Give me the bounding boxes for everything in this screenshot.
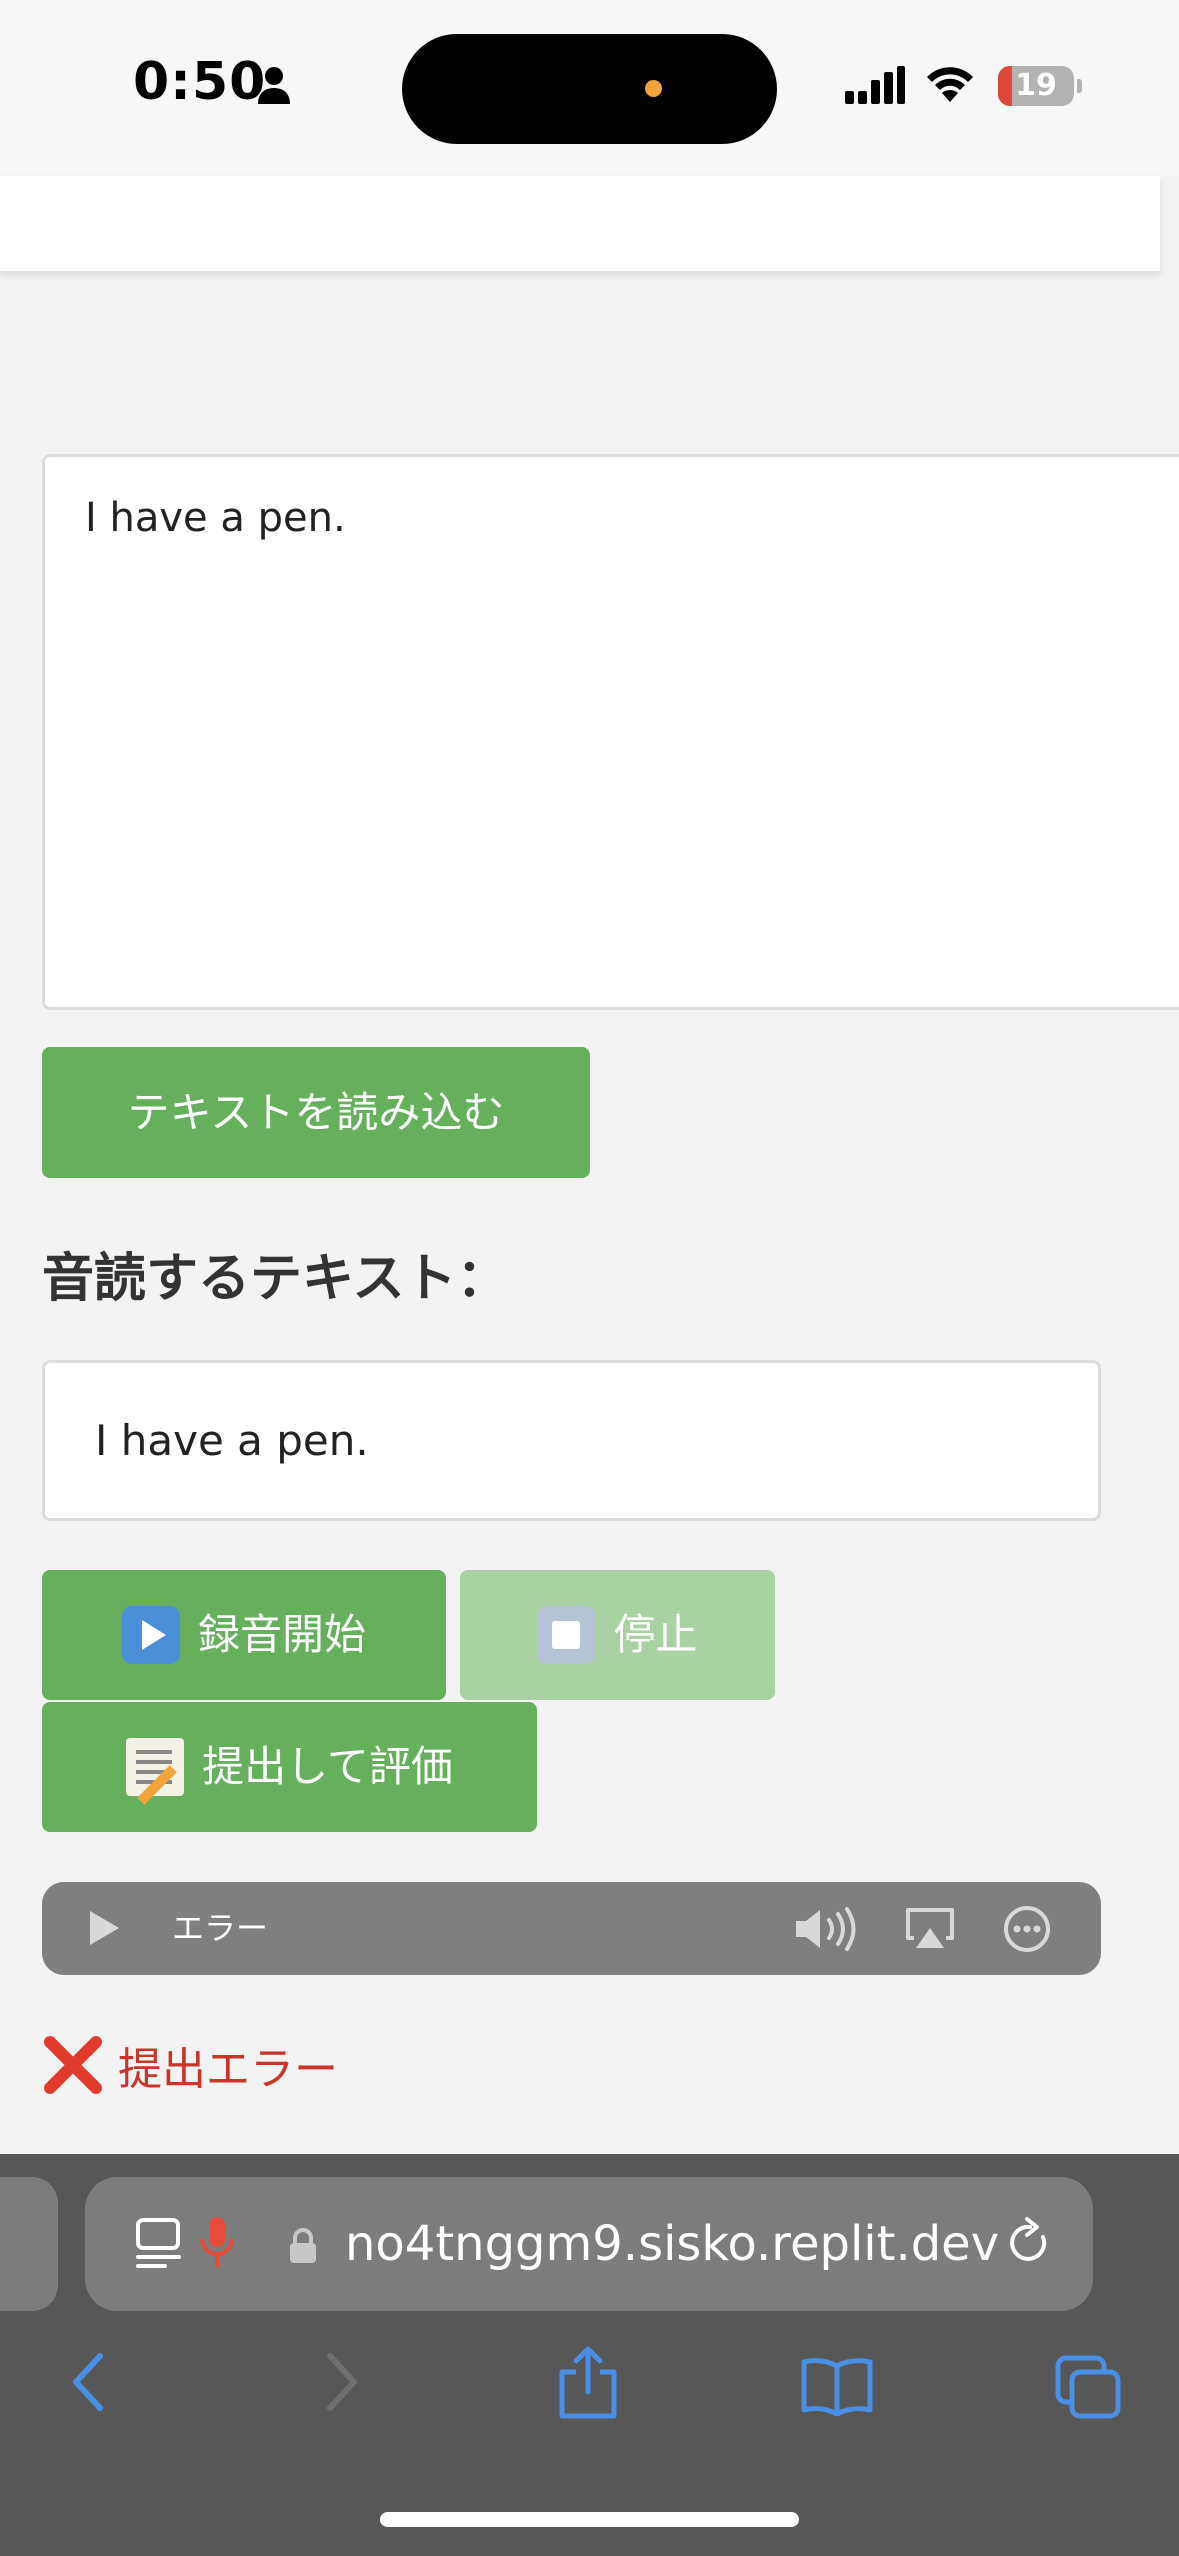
back-icon[interactable]	[68, 2352, 108, 2412]
text-input-area[interactable]: I have a pen.	[42, 454, 1179, 1010]
submit-error-message: 提出エラー	[42, 2030, 338, 2100]
submit-evaluate-label: 提出して評価	[202, 1742, 453, 1791]
person-icon	[258, 67, 290, 104]
cellular-signal-icon	[845, 66, 905, 104]
load-text-button[interactable]: テキストを読み込む	[42, 1047, 590, 1178]
load-text-button-label: テキストを読み込む	[127, 1087, 505, 1137]
reader-icon[interactable]	[135, 2217, 183, 2269]
start-recording-button[interactable]: 録音開始	[42, 1570, 446, 1700]
audio-status: エラー	[172, 1909, 269, 1947]
stop-button[interactable]: 停止	[460, 1570, 775, 1700]
dynamic-island	[402, 34, 777, 144]
status-bar: 0:50 19	[0, 0, 1179, 176]
start-recording-label: 録音開始	[197, 1610, 366, 1659]
tabs-icon[interactable]	[1054, 2354, 1124, 2420]
share-icon[interactable]	[556, 2346, 620, 2420]
battery-cap	[1077, 79, 1082, 93]
reading-text-heading: 音読するテキスト：	[42, 1249, 509, 1309]
recording-indicator-dot	[645, 80, 662, 97]
forward-icon[interactable]	[322, 2352, 362, 2412]
reload-icon[interactable]	[1005, 2215, 1055, 2271]
audio-play-icon[interactable]	[86, 1908, 122, 1948]
volume-icon[interactable]	[794, 1906, 864, 1952]
reading-text: I have a pen.	[95, 1416, 369, 1465]
home-indicator	[380, 2512, 799, 2527]
battery-percent: 19	[1015, 68, 1057, 103]
header-card	[0, 176, 1160, 271]
wifi-icon	[927, 67, 973, 102]
memo-icon	[126, 1738, 185, 1796]
stop-label: 停止	[613, 1610, 698, 1659]
previous-tab-pill[interactable]	[0, 2177, 58, 2311]
stop-icon	[537, 1606, 596, 1664]
submit-evaluate-button[interactable]: 提出して評価	[42, 1702, 537, 1832]
bookmarks-icon[interactable]	[800, 2356, 874, 2416]
airplay-icon[interactable]	[904, 1906, 956, 1952]
reading-text-box: I have a pen.	[42, 1360, 1101, 1521]
battery-icon: 19	[998, 66, 1074, 106]
lock-icon	[290, 2228, 316, 2263]
mic-icon[interactable]	[197, 2215, 237, 2271]
status-time: 0:50	[133, 52, 267, 112]
more-options-icon[interactable]	[1002, 1904, 1052, 1954]
address-bar[interactable]: no4tnggm9.sisko.replit.dev	[85, 2177, 1093, 2311]
url-text: no4tnggm9.sisko.replit.dev	[345, 2216, 1000, 2272]
error-text: 提出エラー	[118, 2044, 338, 2095]
audio-player: エラー	[42, 1882, 1101, 1975]
play-button-icon	[121, 1606, 180, 1664]
error-x-icon	[44, 2036, 102, 2094]
